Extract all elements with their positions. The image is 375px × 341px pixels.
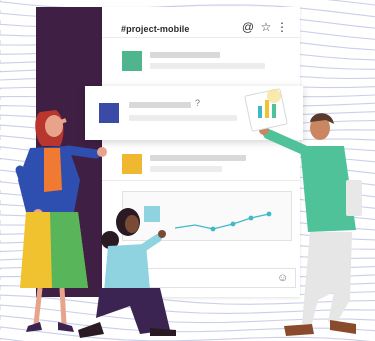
more-options-icon[interactable]: ⋮ [275,20,289,34]
message-text-placeholder [129,115,237,121]
workspace-sidebar [36,7,102,297]
channel-title: #project-mobile [121,24,190,34]
message-author-placeholder [129,102,191,108]
wave-line [0,304,375,324]
header-divider [102,37,300,38]
mention-icon[interactable]: @ [241,20,255,34]
message-avatar [99,103,119,123]
trend-line-graphic [174,211,272,232]
wave-line [0,315,375,333]
wave-line [0,326,372,341]
message-author-placeholder [150,155,246,161]
message-divider [102,180,300,181]
emoji-icon[interactable]: ☺ [277,271,288,285]
help-icon: ? [195,98,201,108]
star-icon[interactable]: ☆ [259,20,273,34]
message-avatar [122,51,142,71]
message-avatar [122,154,142,174]
chart-attachment[interactable] [122,191,292,241]
message-composer[interactable]: ☺ [118,268,296,288]
highlighted-message[interactable]: ? [85,86,303,140]
wave-line [326,0,375,6]
message-text-placeholder [150,166,222,172]
message-author-placeholder [150,52,220,58]
message-text-placeholder [150,63,265,69]
